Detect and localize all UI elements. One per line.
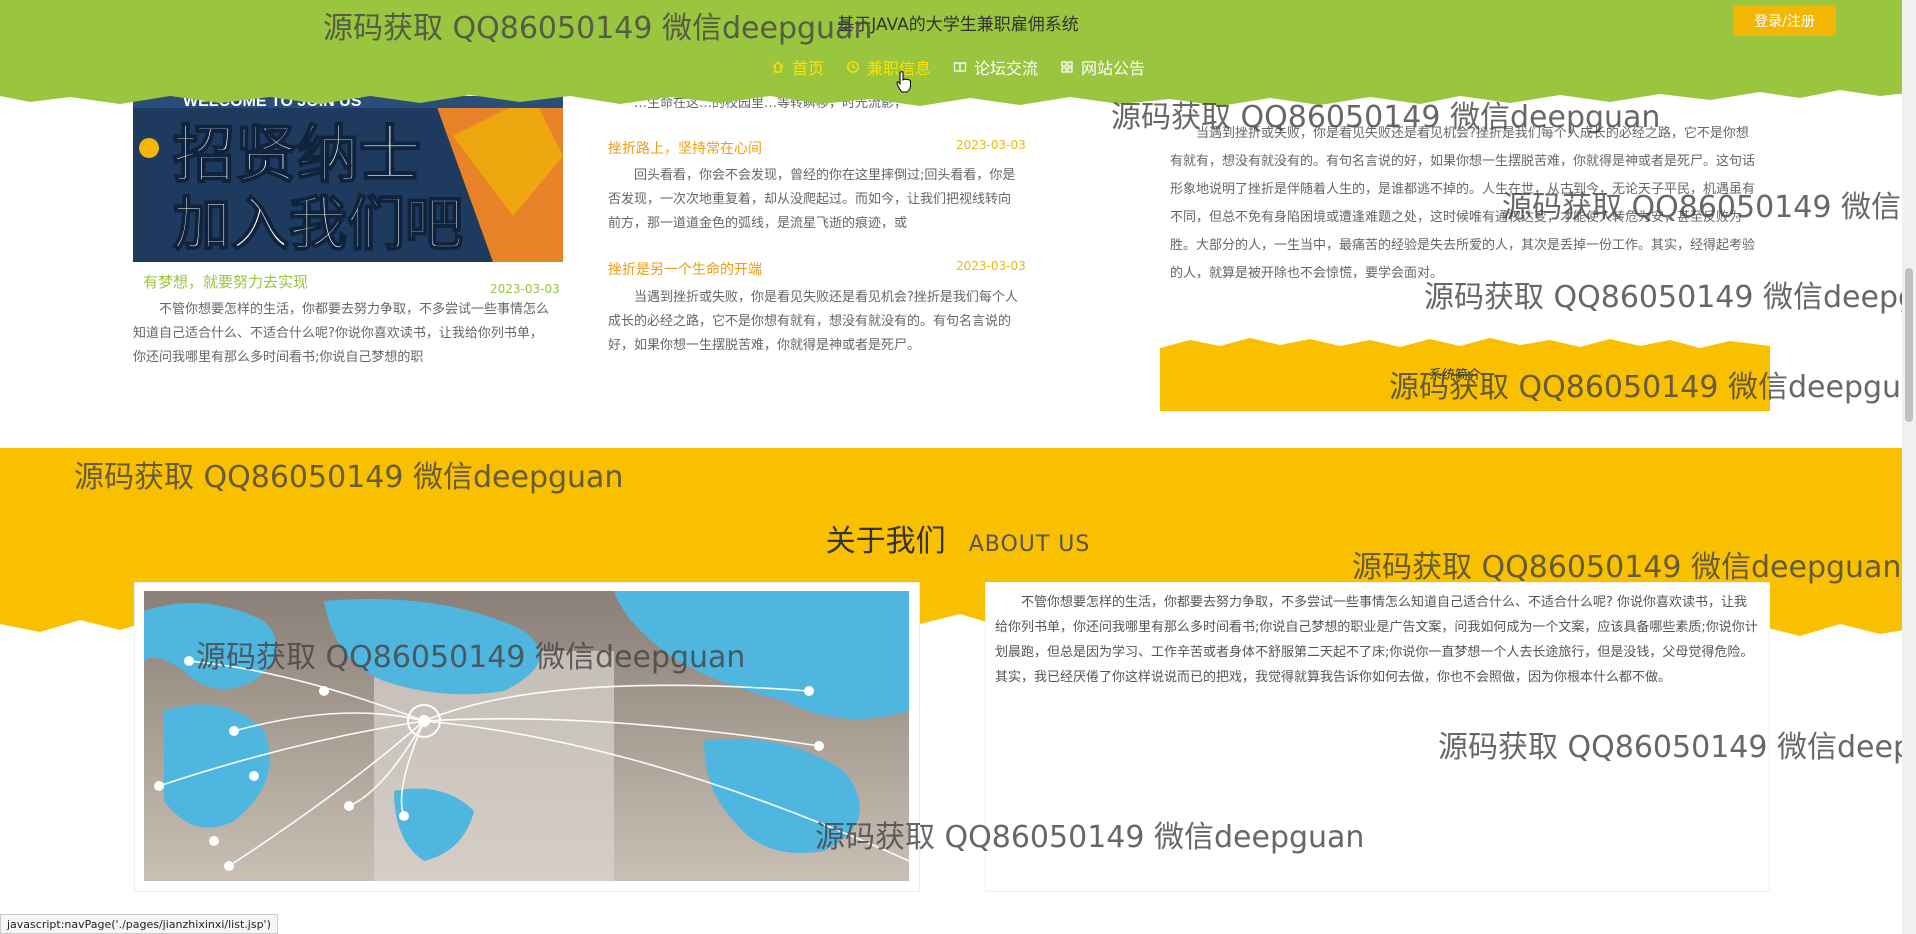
recruit-banner-graphic: WELCOME TO JOIN US 招贤纳士 加入我们吧 [133,96,563,262]
site-title: 基于JAVA的大学生兼职雇佣系统 [837,15,1079,35]
about-image [144,591,909,881]
news-text: 回头看看，你会不会发现，曾经的你在这里摔倒过;回头看看，你是否发现，一次次地重复… [608,168,1016,231]
status-bar-url: javascript:navPage('./pages/jianzhixinxi… [0,914,278,934]
news-date: 2023-03-03 [956,138,1026,152]
news-text: 当遇到挫折或失败，你是看见失败还是看见机会?挫折是我们每个人成长的必经之路，它不… [608,290,1018,353]
about-text: 不管你想要怎样的生活，你都要去努力争取，不多尝试一些事情怎么知道自己适合什么、不… [995,595,1758,685]
featured-title[interactable]: 有梦想，就要努力去实现 [143,271,308,292]
page-scrollbar[interactable] [1902,0,1916,934]
clock-icon [847,61,859,73]
story-text: 当遇到挫折或失败，你是看见失败还是看见机会?挫折是我们每个人成长的必经之路，它不… [1170,126,1756,281]
recruit-banner-image[interactable]: WELCOME TO JOIN US 招贤纳士 加入我们吧 [133,96,563,262]
featured-date: 2023-03-03 [490,282,560,296]
nav-item-label: 网站公告 [1081,59,1146,78]
nav-item-jobs[interactable]: 兼职信息 [846,55,931,79]
hand-cursor-icon [896,71,911,93]
news-title[interactable]: 挫折是另一个生命的开端 [608,259,762,279]
site-header: 基于JAVA的大学生兼职雇佣系统 登录/注册 首页 兼职信息 论坛交流 网站公告 [0,0,1916,110]
world-network-graphic [144,591,909,881]
login-register-button[interactable]: 登录/注册 [1733,5,1836,36]
system-intro-button[interactable]: 系统简介 [1380,364,1530,383]
about-title-en: ABOUT US [968,532,1091,557]
nav-item-forum[interactable]: 论坛交流 [953,55,1038,79]
home-icon [772,61,784,73]
scrollbar-thumb[interactable] [1905,268,1913,422]
nav-item-label: 论坛交流 [974,59,1039,78]
news-date: 2023-03-03 [956,259,1026,273]
nav-item-announcements[interactable]: 网站公告 [1060,55,1145,79]
main-nav: 首页 兼职信息 论坛交流 网站公告 [0,55,1916,79]
nav-item-label: 首页 [791,59,824,78]
about-title-cn: 关于我们 [825,524,946,559]
banner-line1: 招贤纳士 [173,118,421,191]
about-heading: 关于我们 ABOUT US [0,516,1916,560]
banner-line2: 加入我们吧 [173,190,463,258]
featured-text: 不管你想要怎样的生活，你都要去努力争取，不多尝试一些事情怎么知道自己适合什么、不… [133,302,550,365]
nav-item-home[interactable]: 首页 [771,55,824,79]
news-title[interactable]: 挫折路上，坚持常在心间 [608,138,762,158]
book-icon [953,62,967,73]
grid-icon [1061,61,1073,73]
